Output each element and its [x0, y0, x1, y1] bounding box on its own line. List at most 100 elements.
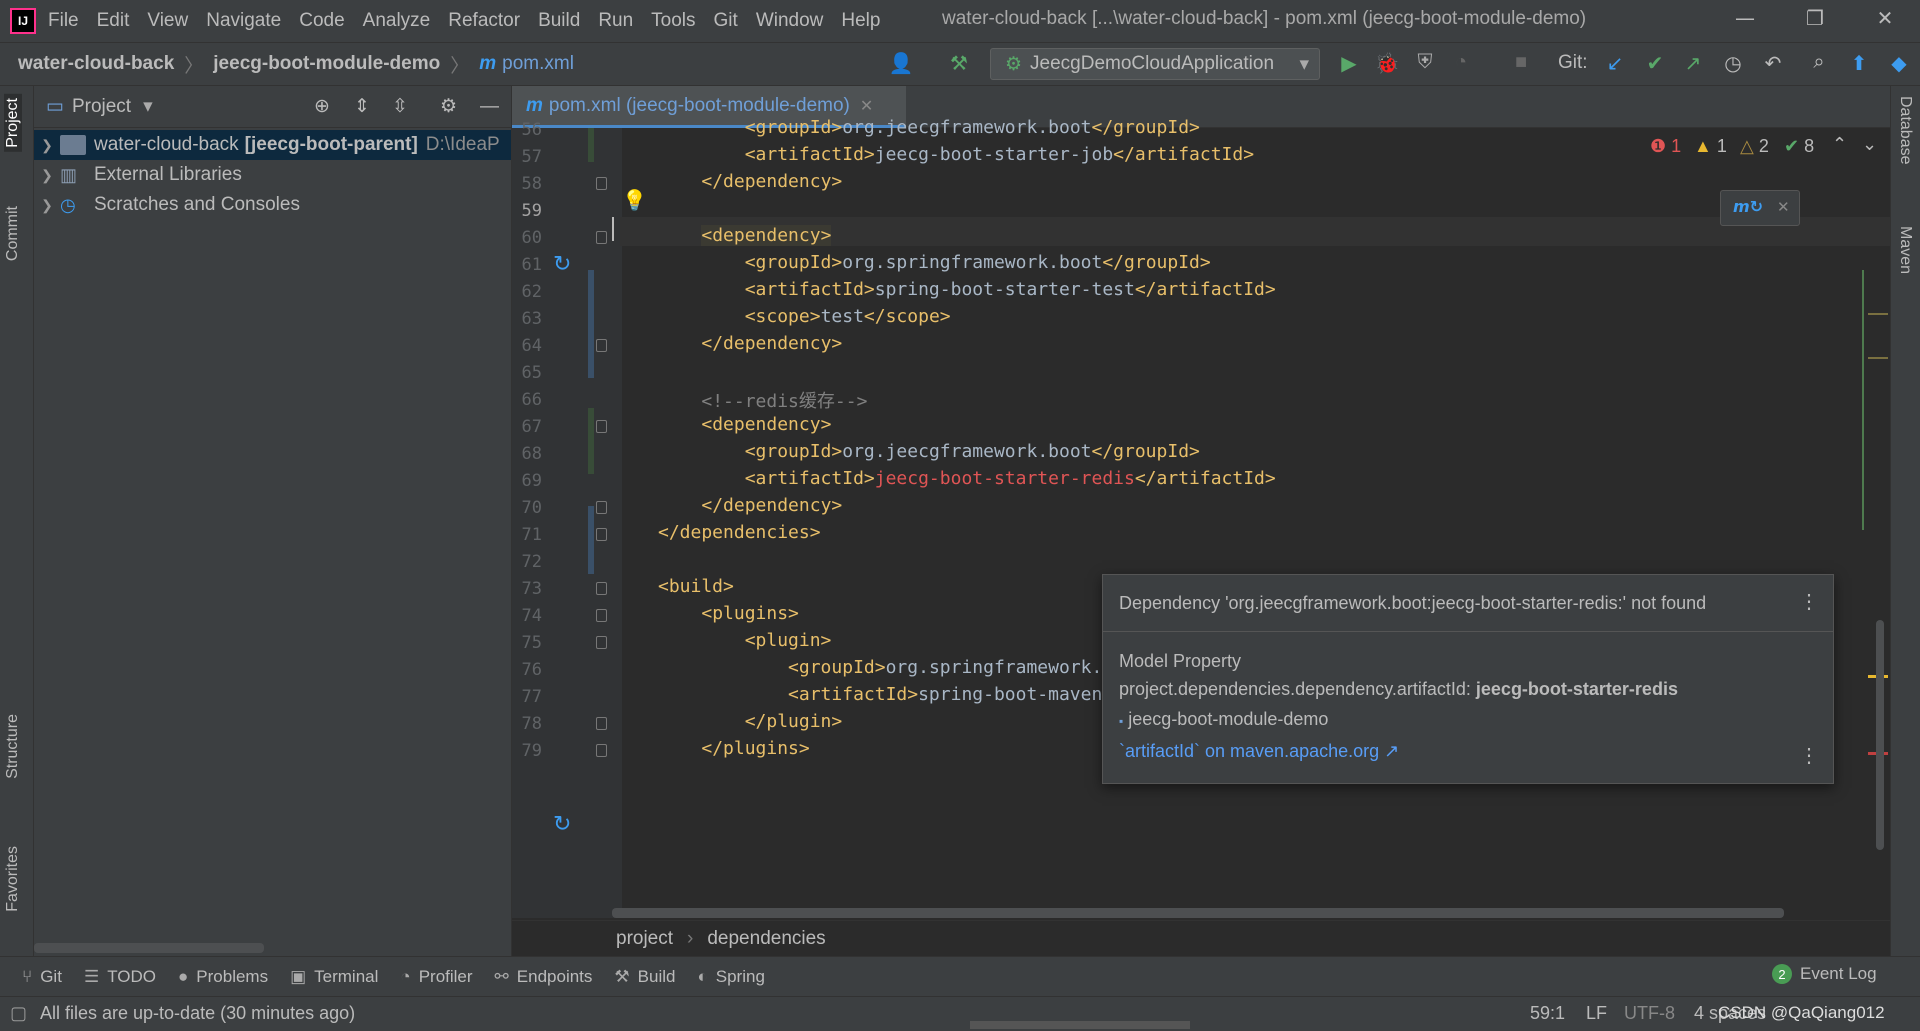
menu-item-git[interactable]: Git: [714, 10, 738, 32]
collapse-all-icon[interactable]: ⇳: [392, 95, 408, 118]
caret-position[interactable]: 59:1: [1530, 1003, 1565, 1024]
close-icon[interactable]: ✕: [1870, 6, 1900, 30]
menu-item-analyze[interactable]: Analyze: [363, 10, 431, 32]
restore-icon[interactable]: ❐: [1800, 6, 1830, 30]
tree-item-scratches[interactable]: ❯ ◷ Scratches and Consoles: [34, 190, 511, 220]
breadcrumb-dependencies[interactable]: dependencies: [707, 928, 825, 950]
user-icon[interactable]: 👤: [888, 51, 914, 76]
commit-tool-tab[interactable]: Commit: [4, 206, 22, 261]
warning-count[interactable]: ▲ 1: [1694, 136, 1727, 157]
database-tool-tab[interactable]: Database: [1896, 96, 1914, 165]
tool-window-profiler[interactable]: ◔ Profiler: [400, 967, 472, 987]
fold-marker-icon[interactable]: [596, 717, 607, 730]
weak-warning-count[interactable]: △ 2: [1740, 136, 1769, 157]
stop-icon[interactable]: ■: [1508, 51, 1534, 74]
menu-item-run[interactable]: Run: [598, 10, 633, 32]
rollback-icon[interactable]: ↶: [1760, 51, 1786, 76]
menu-item-navigate[interactable]: Navigate: [206, 10, 281, 32]
previous-highlight-icon[interactable]: ⌃: [1832, 134, 1847, 155]
nav-root[interactable]: water-cloud-back: [18, 53, 174, 75]
tree-item-external-libraries[interactable]: ❯ ▥ External Libraries: [34, 160, 511, 190]
menu-item-edit[interactable]: Edit: [97, 10, 130, 32]
menu-item-view[interactable]: View: [147, 10, 188, 32]
override-icon[interactable]: ↻: [553, 252, 571, 277]
more-options-icon[interactable]: ⋮: [1799, 743, 1819, 768]
history-icon[interactable]: ◷: [1720, 51, 1746, 76]
favorites-tool-tab[interactable]: Favorites: [4, 846, 22, 912]
fold-marker-icon[interactable]: [596, 339, 607, 352]
git-commit-icon[interactable]: ✔: [1642, 51, 1668, 76]
locate-icon[interactable]: ⊕: [314, 95, 330, 118]
build-hammer-icon[interactable]: ⚒: [946, 51, 972, 76]
chevron-down-icon[interactable]: ▾: [143, 95, 153, 118]
popup-doc-link[interactable]: `artifactId` on maven.apache.org ↗: [1119, 741, 1399, 762]
tool-window-build[interactable]: ⚒ Build: [614, 967, 675, 987]
debug-icon[interactable]: 🐞: [1374, 51, 1400, 76]
fold-marker-icon[interactable]: [596, 420, 607, 433]
close-icon[interactable]: ✕: [1777, 198, 1790, 216]
git-push-icon[interactable]: ↗: [1680, 51, 1706, 76]
file-encoding[interactable]: UTF-8: [1624, 1003, 1675, 1024]
run-icon[interactable]: ▶: [1336, 51, 1362, 76]
tool-window-todo[interactable]: ☰ TODO: [84, 967, 156, 987]
git-update-icon[interactable]: ↙: [1602, 51, 1628, 76]
fold-marker-icon[interactable]: [596, 231, 607, 244]
fold-marker-icon[interactable]: [596, 744, 607, 757]
line-separator[interactable]: LF: [1586, 1003, 1607, 1024]
menu-item-tools[interactable]: Tools: [651, 10, 695, 32]
chevron-right-icon[interactable]: ❯: [34, 197, 60, 214]
profile-icon[interactable]: ◔: [1448, 51, 1474, 74]
search-icon[interactable]: ⌕: [1806, 51, 1832, 74]
tool-window-terminal[interactable]: ▣ Terminal: [290, 967, 378, 987]
gear-icon[interactable]: ⚙: [440, 95, 457, 118]
menu-item-window[interactable]: Window: [756, 10, 824, 32]
chevron-right-icon[interactable]: ❯: [34, 137, 60, 154]
tool-window-git[interactable]: ⑂ Git: [22, 967, 62, 987]
tool-window-problems[interactable]: ● Problems: [178, 967, 268, 987]
tool-window-endpoints[interactable]: ⚯ Endpoints: [495, 967, 593, 987]
menu-item-refactor[interactable]: Refactor: [448, 10, 520, 32]
spring-icon: ◐: [697, 966, 708, 986]
more-options-icon[interactable]: ⋮: [1799, 589, 1819, 614]
tree-item-root[interactable]: ❯ water-cloud-back [jeecg-boot-parent] D…: [34, 130, 511, 160]
error-count[interactable]: ❶ 1: [1650, 136, 1681, 157]
menu-item-help[interactable]: Help: [841, 10, 880, 32]
structure-tool-tab[interactable]: Structure: [4, 714, 22, 779]
line-number: 69: [521, 471, 542, 491]
coverage-icon[interactable]: ⛨: [1412, 51, 1438, 74]
fold-marker-icon[interactable]: [596, 528, 607, 541]
event-log-button[interactable]: 2 Event Log: [1772, 964, 1877, 984]
override-icon[interactable]: ↻: [553, 812, 571, 837]
lightbulb-icon[interactable]: 💡: [622, 188, 647, 212]
project-tool-tab[interactable]: Project: [4, 94, 22, 152]
typo-count[interactable]: ✔ 8: [1784, 136, 1814, 157]
nav-file[interactable]: pom.xml: [502, 53, 574, 75]
editor-horizontal-scrollbar[interactable]: [612, 908, 1784, 918]
minimize-icon[interactable]: —: [1730, 6, 1760, 30]
menu-item-build[interactable]: Build: [538, 10, 580, 32]
next-highlight-icon[interactable]: ⌄: [1862, 134, 1877, 155]
menu-item-file[interactable]: File: [48, 10, 79, 32]
run-configuration-select[interactable]: ⚙ JeecgDemoCloudApplication ▾: [990, 48, 1320, 80]
tool-window-spring[interactable]: ◐ Spring: [697, 967, 764, 987]
fold-marker-icon[interactable]: [596, 177, 607, 190]
fold-marker-icon[interactable]: [596, 582, 607, 595]
horizontal-scrollbar[interactable]: [34, 943, 264, 953]
expand-all-icon[interactable]: ⇕: [354, 95, 370, 118]
breadcrumb-project[interactable]: project: [616, 928, 673, 950]
fold-marker-icon[interactable]: [596, 501, 607, 514]
nav-module[interactable]: jeecg-boot-module-demo: [213, 53, 440, 75]
plugin-icon[interactable]: ◆: [1886, 51, 1912, 76]
maven-tool-tab[interactable]: Maven: [1896, 226, 1914, 274]
vertical-scrollbar[interactable]: [1876, 620, 1884, 850]
fold-marker-icon[interactable]: [596, 636, 607, 649]
update-available-icon[interactable]: ⬆: [1846, 51, 1872, 76]
status-toggle-icon[interactable]: ▢: [10, 1003, 27, 1024]
project-panel-title[interactable]: Project: [72, 96, 131, 118]
menu-item-code[interactable]: Code: [299, 10, 344, 32]
fold-marker-icon[interactable]: [596, 609, 607, 622]
chevron-right-icon[interactable]: ❯: [34, 167, 60, 184]
maven-reload-icon[interactable]: m↻: [1733, 197, 1763, 216]
close-tab-icon[interactable]: ✕: [860, 96, 873, 116]
hide-icon[interactable]: —: [480, 96, 499, 118]
